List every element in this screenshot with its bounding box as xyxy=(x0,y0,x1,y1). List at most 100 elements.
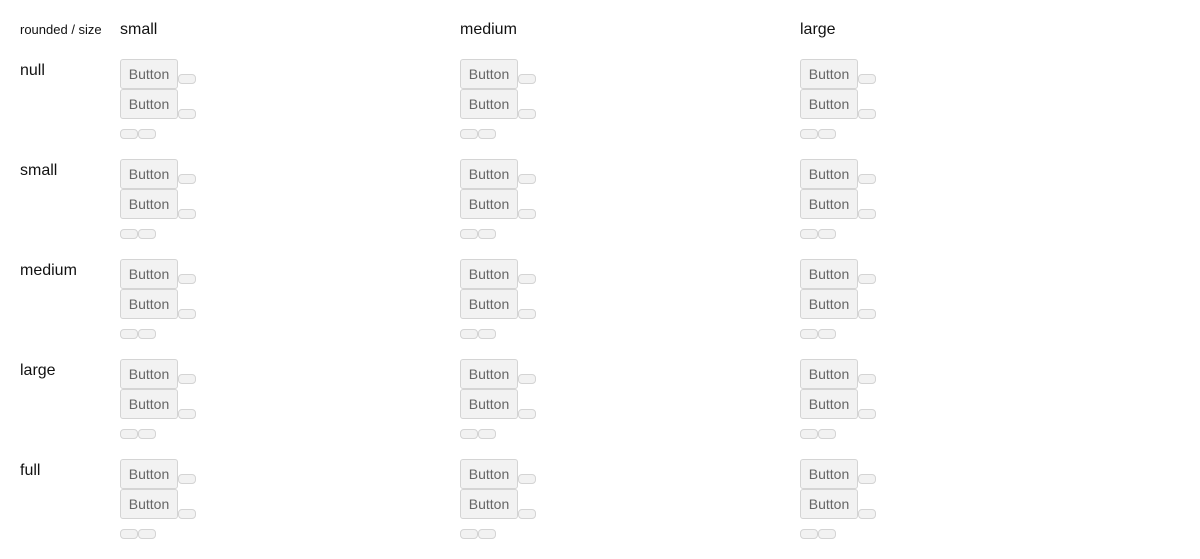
column-header-small: small xyxy=(120,21,158,38)
labeled-button[interactable]: Button xyxy=(800,289,858,319)
empty-button[interactable] xyxy=(178,209,196,219)
labeled-button[interactable]: Button xyxy=(120,389,178,419)
labeled-button[interactable]: Button xyxy=(460,159,518,189)
labeled-button[interactable]: Button xyxy=(800,159,858,189)
labeled-button[interactable]: Button xyxy=(460,89,518,119)
cell-full-medium: Button Button xyxy=(460,459,580,541)
empty-button[interactable] xyxy=(120,129,138,139)
empty-button[interactable] xyxy=(138,529,156,539)
empty-button[interactable] xyxy=(518,209,536,219)
empty-button[interactable] xyxy=(800,329,818,339)
labeled-button[interactable]: Button xyxy=(800,189,858,219)
cell-large-medium: Button Button xyxy=(460,359,580,441)
empty-button[interactable] xyxy=(518,274,536,284)
empty-button[interactable] xyxy=(178,474,196,484)
empty-button[interactable] xyxy=(858,474,876,484)
empty-button[interactable] xyxy=(138,329,156,339)
empty-button[interactable] xyxy=(460,229,478,239)
labeled-button[interactable]: Button xyxy=(460,189,518,219)
labeled-button[interactable]: Button xyxy=(460,389,518,419)
labeled-button[interactable]: Button xyxy=(120,359,178,389)
labeled-button[interactable]: Button xyxy=(120,189,178,219)
empty-button[interactable] xyxy=(800,229,818,239)
empty-button[interactable] xyxy=(138,229,156,239)
labeled-button[interactable]: Button xyxy=(460,459,518,489)
labeled-button[interactable]: Button xyxy=(120,259,178,289)
empty-button[interactable] xyxy=(858,274,876,284)
labeled-button[interactable]: Button xyxy=(120,59,178,89)
empty-button[interactable] xyxy=(460,329,478,339)
labeled-button[interactable]: Button xyxy=(800,389,858,419)
cell-small-medium: Button Button xyxy=(460,159,580,241)
empty-button[interactable] xyxy=(138,429,156,439)
empty-button[interactable] xyxy=(460,429,478,439)
cell-small-small: Button Button xyxy=(120,159,240,241)
empty-button[interactable] xyxy=(478,329,496,339)
empty-button[interactable] xyxy=(518,374,536,384)
empty-button[interactable] xyxy=(818,229,836,239)
empty-button[interactable] xyxy=(518,509,536,519)
empty-button[interactable] xyxy=(178,309,196,319)
labeled-button[interactable]: Button xyxy=(120,89,178,119)
empty-button[interactable] xyxy=(120,329,138,339)
empty-button[interactable] xyxy=(178,74,196,84)
empty-button[interactable] xyxy=(858,509,876,519)
empty-button[interactable] xyxy=(800,529,818,539)
labeled-button[interactable]: Button xyxy=(460,59,518,89)
empty-button[interactable] xyxy=(178,274,196,284)
labeled-button[interactable]: Button xyxy=(800,459,858,489)
empty-button[interactable] xyxy=(518,474,536,484)
column-header-medium: medium xyxy=(460,21,517,38)
empty-button[interactable] xyxy=(818,529,836,539)
empty-button[interactable] xyxy=(518,109,536,119)
empty-button[interactable] xyxy=(460,129,478,139)
labeled-button[interactable]: Button xyxy=(800,59,858,89)
empty-button[interactable] xyxy=(800,429,818,439)
empty-button[interactable] xyxy=(120,229,138,239)
labeled-button[interactable]: Button xyxy=(120,489,178,519)
empty-button[interactable] xyxy=(120,429,138,439)
labeled-button[interactable]: Button xyxy=(800,89,858,119)
empty-button[interactable] xyxy=(178,374,196,384)
cell-large-small: Button Button xyxy=(120,359,240,441)
empty-button[interactable] xyxy=(858,309,876,319)
empty-button[interactable] xyxy=(818,429,836,439)
empty-button[interactable] xyxy=(800,129,818,139)
empty-button[interactable] xyxy=(478,529,496,539)
empty-button[interactable] xyxy=(858,174,876,184)
cell-medium-large: Button Button xyxy=(800,259,920,341)
empty-button[interactable] xyxy=(120,529,138,539)
empty-button[interactable] xyxy=(818,129,836,139)
labeled-button[interactable]: Button xyxy=(800,259,858,289)
empty-button[interactable] xyxy=(178,509,196,519)
empty-button[interactable] xyxy=(478,429,496,439)
labeled-button[interactable]: Button xyxy=(120,459,178,489)
empty-button[interactable] xyxy=(858,409,876,419)
empty-button[interactable] xyxy=(858,109,876,119)
empty-button[interactable] xyxy=(178,409,196,419)
labeled-button[interactable]: Button xyxy=(120,289,178,319)
empty-button[interactable] xyxy=(178,174,196,184)
labeled-button[interactable]: Button xyxy=(800,359,858,389)
empty-button[interactable] xyxy=(818,329,836,339)
empty-button[interactable] xyxy=(858,74,876,84)
labeled-button[interactable]: Button xyxy=(460,489,518,519)
empty-button[interactable] xyxy=(178,109,196,119)
labeled-button[interactable]: Button xyxy=(460,259,518,289)
labeled-button[interactable]: Button xyxy=(460,289,518,319)
empty-button[interactable] xyxy=(518,174,536,184)
empty-button[interactable] xyxy=(518,309,536,319)
empty-button[interactable] xyxy=(460,529,478,539)
empty-button[interactable] xyxy=(858,209,876,219)
empty-button[interactable] xyxy=(478,129,496,139)
cell-null-medium: Button Button xyxy=(460,59,580,141)
cell-full-large: Button Button xyxy=(800,459,920,541)
empty-button[interactable] xyxy=(518,74,536,84)
empty-button[interactable] xyxy=(138,129,156,139)
labeled-button[interactable]: Button xyxy=(460,359,518,389)
labeled-button[interactable]: Button xyxy=(800,489,858,519)
labeled-button[interactable]: Button xyxy=(120,159,178,189)
empty-button[interactable] xyxy=(518,409,536,419)
empty-button[interactable] xyxy=(858,374,876,384)
empty-button[interactable] xyxy=(478,229,496,239)
